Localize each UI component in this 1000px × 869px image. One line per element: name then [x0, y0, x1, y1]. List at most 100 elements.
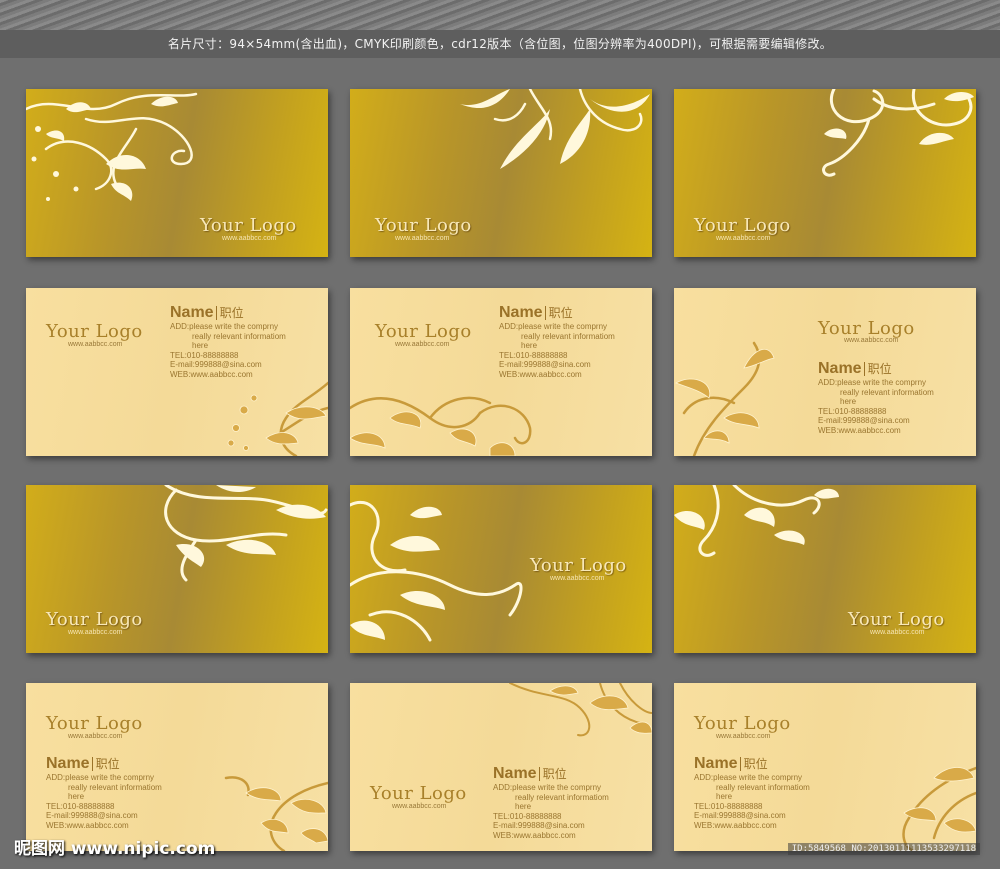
logo-url: www.aabbcc.com [550, 575, 605, 582]
web-line: WEB:www.aabbcc.com [493, 830, 576, 840]
logo-url: www.aabbcc.com [68, 629, 123, 636]
site-watermark: 昵图网 www.nipic.com [14, 839, 216, 859]
web-line: WEB:www.aabbcc.com [694, 820, 777, 830]
email-line: E-mail:999888@sina.com [818, 416, 910, 425]
position-label: 职位 [739, 757, 768, 771]
logo-url: www.aabbcc.com [392, 803, 447, 810]
logo-text: Your Logo [375, 321, 472, 342]
address-line-2: really relevant informatiom [68, 782, 162, 792]
position-label: 职位 [538, 767, 567, 781]
logo-url: www.aabbcc.com [395, 235, 450, 242]
logo-text: Your Logo [694, 713, 791, 734]
tel-line: TEL:010-88888888 [493, 811, 562, 821]
contact-block: Name 职位 ADD:please write the comprny real… [818, 360, 934, 435]
card-gold-6: Your Logo www.aabbcc.com [674, 485, 976, 653]
logo-text: Your Logo [46, 321, 143, 342]
name-label: Name [46, 755, 90, 772]
logo-text: Your Logo [530, 555, 627, 576]
email-line: E-mail:999888@sina.com [170, 360, 262, 369]
address-line-2: really relevant informatiom [716, 782, 810, 792]
address-line-1: ADD:please write the comprny [170, 322, 279, 331]
email-line: E-mail:999888@sina.com [493, 821, 585, 830]
logo-text: Your Logo [694, 215, 791, 236]
card-cream-5: Your Logo www.aabbcc.com Name 职位 ADD:plea… [350, 683, 652, 851]
position-label: 职位 [544, 306, 573, 320]
contact-block: Name 职位 ADD:please write the comprny real… [170, 304, 286, 379]
logo-url: www.aabbcc.com [870, 629, 925, 636]
tel-line: TEL:010-88888888 [818, 406, 887, 416]
logo-url: www.aabbcc.com [716, 733, 771, 740]
logo-url: www.aabbcc.com [222, 235, 277, 242]
tel-line: TEL:010-88888888 [694, 801, 763, 811]
position-label: 职位 [863, 362, 892, 376]
card-cream-4: Your Logo www.aabbcc.com Name 职位 ADD:plea… [26, 683, 328, 851]
address-line-1: ADD:please write the comprny [493, 783, 602, 792]
address-line-2: really relevant informatiom [192, 331, 286, 341]
name-label: Name [170, 304, 214, 321]
web-line: WEB:www.aabbcc.com [46, 820, 129, 830]
card-gold-4: Your Logo www.aabbcc.com [26, 485, 328, 653]
card-cream-3: Your Logo www.aabbcc.com Name 职位 ADD:plea… [674, 288, 976, 456]
logo-text: Your Logo [375, 215, 472, 236]
position-label: 职位 [215, 306, 244, 320]
address-line-2: really relevant informatiom [840, 387, 934, 397]
name-line: Name 职位 [170, 304, 286, 322]
logo-url: www.aabbcc.com [716, 235, 771, 242]
logo-text: Your Logo [46, 713, 143, 734]
logo-text: Your Logo [370, 783, 467, 804]
address-line-1: ADD:please write the comprny [694, 773, 803, 782]
logo-text: Your Logo [200, 215, 297, 236]
contact-block: Name 职位 ADD:please write the comprny real… [493, 765, 609, 840]
decorative-top-strip [0, 0, 1000, 30]
address-line-1: ADD:please write the comprny [499, 322, 608, 331]
logo-url: www.aabbcc.com [68, 341, 123, 348]
card-gold-5: Your Logo www.aabbcc.com [350, 485, 652, 653]
name-line: Name 职位 [46, 755, 162, 773]
name-label: Name [499, 304, 543, 321]
logo-text: Your Logo [818, 318, 915, 339]
email-line: E-mail:999888@sina.com [46, 811, 138, 820]
name-label: Name [493, 765, 537, 782]
contact-block: Name 职位 ADD:please write the comprny real… [694, 755, 810, 830]
web-line: WEB:www.aabbcc.com [170, 369, 253, 379]
tel-line: TEL:010-88888888 [46, 801, 115, 811]
address-line-3: here [192, 341, 209, 350]
name-label: Name [818, 360, 862, 377]
card-cream-1: Your Logo www.aabbcc.com Name 职位 ADD:plea… [26, 288, 328, 456]
web-line: WEB:www.aabbcc.com [818, 425, 901, 435]
email-line: E-mail:999888@sina.com [499, 360, 591, 369]
address-line-3: here [515, 802, 532, 811]
tel-line: TEL:010-88888888 [170, 350, 239, 360]
card-gold-3: Your Logo www.aabbcc.com [674, 89, 976, 257]
header-caption: 名片尺寸：94×54mm(含出血)，CMYK印刷颜色，cdr12版本（含位图，位… [0, 30, 1000, 58]
image-id-watermark: ID:5849568 NO:20130111113533297118 [787, 843, 980, 855]
address-line-3: here [521, 341, 538, 350]
name-line: Name 职位 [499, 304, 615, 322]
logo-text: Your Logo [46, 609, 143, 630]
tel-line: TEL:010-88888888 [499, 350, 568, 360]
card-cream-2: Your Logo www.aabbcc.com Name 职位 ADD:plea… [350, 288, 652, 456]
email-line: E-mail:999888@sina.com [694, 811, 786, 820]
web-line: WEB:www.aabbcc.com [499, 369, 582, 379]
logo-url: www.aabbcc.com [395, 341, 450, 348]
position-label: 职位 [91, 757, 120, 771]
name-line: Name 职位 [694, 755, 810, 773]
name-label: Name [694, 755, 738, 772]
card-cream-6: Your Logo www.aabbcc.com Name 职位 ADD:plea… [674, 683, 976, 851]
contact-block: Name 职位 ADD:please write the comprny real… [46, 755, 162, 830]
address-line-2: really relevant informatiom [515, 792, 609, 802]
address-line-3: here [68, 792, 85, 801]
name-line: Name 职位 [493, 765, 609, 783]
logo-url: www.aabbcc.com [68, 733, 123, 740]
logo-text: Your Logo [848, 609, 945, 630]
address-line-1: ADD:please write the comprny [46, 773, 155, 782]
contact-block: Name 职位 ADD:please write the comprny real… [499, 304, 615, 379]
address-line-3: here [840, 397, 857, 406]
card-gold-1: Your Logo www.aabbcc.com [26, 89, 328, 257]
address-line-1: ADD:please write the comprny [818, 378, 927, 387]
address-line-3: here [716, 792, 733, 801]
address-line-2: really relevant informatiom [521, 331, 615, 341]
card-gold-2: Your Logo www.aabbcc.com [350, 89, 652, 257]
name-line: Name 职位 [818, 360, 934, 378]
logo-url: www.aabbcc.com [844, 337, 899, 344]
